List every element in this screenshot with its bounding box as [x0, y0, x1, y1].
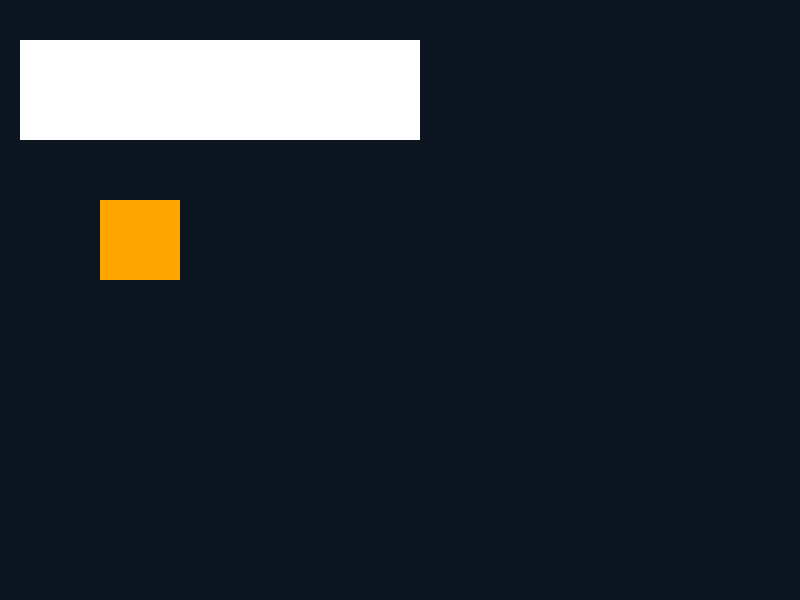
- orange-square: [100, 200, 180, 280]
- white-bar: [20, 40, 420, 140]
- canvas: { "colors": { "background": "#0d1520", "…: [0, 0, 800, 600]
